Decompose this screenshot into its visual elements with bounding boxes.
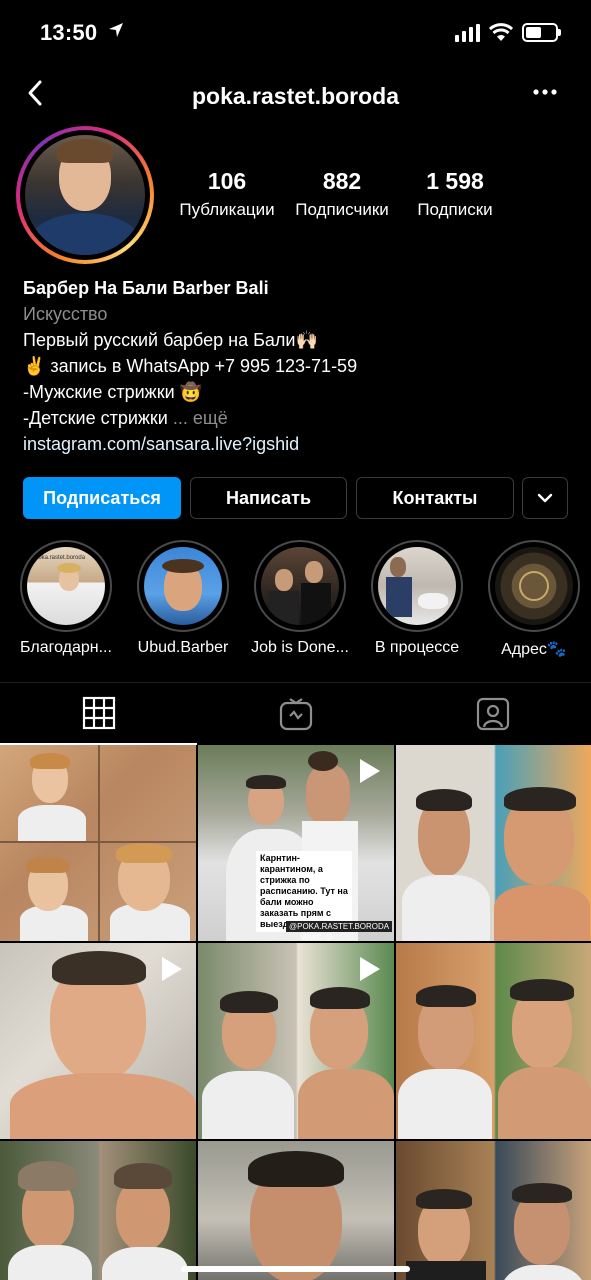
bio-line: -Детские стрижки ... ещё	[23, 408, 228, 428]
highlight-label: Job is Done...	[251, 639, 349, 656]
highlight-cover	[495, 547, 573, 625]
video-play-icon	[360, 759, 380, 783]
highlight-item[interactable]: Ubud.Barber	[137, 540, 229, 656]
video-play-icon	[162, 957, 182, 981]
highlight-label: В процессе	[374, 639, 460, 656]
bio-line: ✌️ запись в WhatsApp +7 995 123-71-59	[23, 356, 358, 376]
highlight-item[interactable]: Job is Done...	[251, 540, 349, 656]
story-tag: @POKA.RASTET.BORODA	[286, 921, 393, 932]
highlight-item[interactable]: Адрес🐾	[488, 540, 580, 658]
location-arrow-icon	[109, 23, 123, 37]
post-thumbnail[interactable]: Карнтин-карантином, а стрижка по расписани…	[198, 745, 394, 941]
post-thumbnail[interactable]	[0, 1141, 196, 1280]
video-play-icon	[360, 957, 380, 981]
home-indicator[interactable]	[181, 1266, 410, 1272]
profile-username: poka.rastet.boroda	[191, 83, 400, 109]
bio-line: -Мужские стрижки 🤠	[23, 382, 203, 402]
bio-website-link[interactable]: instagram.com/sansara.live?igshid	[23, 434, 573, 460]
post-thumbnail[interactable]	[396, 745, 591, 941]
chevron-down-icon	[537, 493, 553, 503]
highlight-cover: poka.rastet.boroda	[27, 547, 105, 625]
tagged-person-icon	[476, 697, 509, 731]
highlight-label: Благодарн...	[20, 639, 112, 656]
cellular-signal-icon	[455, 24, 480, 42]
bio-more-link[interactable]: ... ещё	[173, 408, 228, 428]
highlight-label: Адрес🐾	[501, 641, 567, 658]
status-bar: 13:50	[0, 0, 591, 64]
post-thumbnail[interactable]	[396, 1141, 591, 1280]
post-thumbnail[interactable]	[198, 1141, 394, 1280]
message-button[interactable]: Написать	[190, 477, 347, 519]
post-thumbnail[interactable]	[0, 943, 196, 1139]
post-thumbnail[interactable]	[198, 943, 394, 1139]
highlight-label: Ubud.Barber	[137, 639, 229, 656]
avatar	[25, 135, 145, 255]
tab-tagged[interactable]	[394, 683, 591, 745]
contacts-button[interactable]: Контакты	[356, 477, 514, 519]
story-ring[interactable]	[16, 126, 154, 264]
profile-tabs	[0, 682, 591, 745]
igtv-icon	[279, 698, 312, 731]
status-time: 13:50	[40, 20, 98, 45]
profile-category: Искусство	[23, 304, 108, 324]
posts-count[interactable]: 106 Публикации	[174, 168, 280, 220]
bio-line: Первый русский барбер на Бали🙌🏻	[23, 330, 318, 350]
post-thumbnail[interactable]	[0, 745, 196, 941]
suggested-toggle-button[interactable]	[522, 477, 568, 519]
story-caption: Карнтин-карантином, а стрижка по расписани…	[256, 851, 352, 932]
highlight-cover	[261, 547, 339, 625]
highlight-item[interactable]: В процессе	[371, 540, 463, 656]
profile-header: poka.rastet.boroda	[0, 64, 591, 128]
wifi-icon	[489, 23, 513, 41]
follow-button[interactable]: Подписаться	[23, 477, 181, 519]
profile-name: Барбер На Бали Barber Bali	[23, 278, 269, 298]
grid-icon	[82, 696, 115, 730]
more-options-icon[interactable]	[530, 82, 560, 102]
profile-bio: Барбер На Бали Barber Bali Искусство Пер…	[23, 278, 573, 460]
highlight-cover	[144, 547, 222, 625]
tab-grid[interactable]	[0, 683, 197, 745]
tab-igtv[interactable]	[197, 683, 394, 745]
battery-icon	[522, 23, 561, 42]
post-thumbnail[interactable]	[396, 943, 591, 1139]
story-sign: МАКС 😉	[300, 933, 333, 941]
highlight-cover	[378, 547, 456, 625]
followers-count[interactable]: 882 Подписчики	[288, 168, 396, 220]
following-count[interactable]: 1 598 Подписки	[404, 168, 506, 220]
highlight-item[interactable]: poka.rastet.boroda Благодарн...	[20, 540, 112, 656]
